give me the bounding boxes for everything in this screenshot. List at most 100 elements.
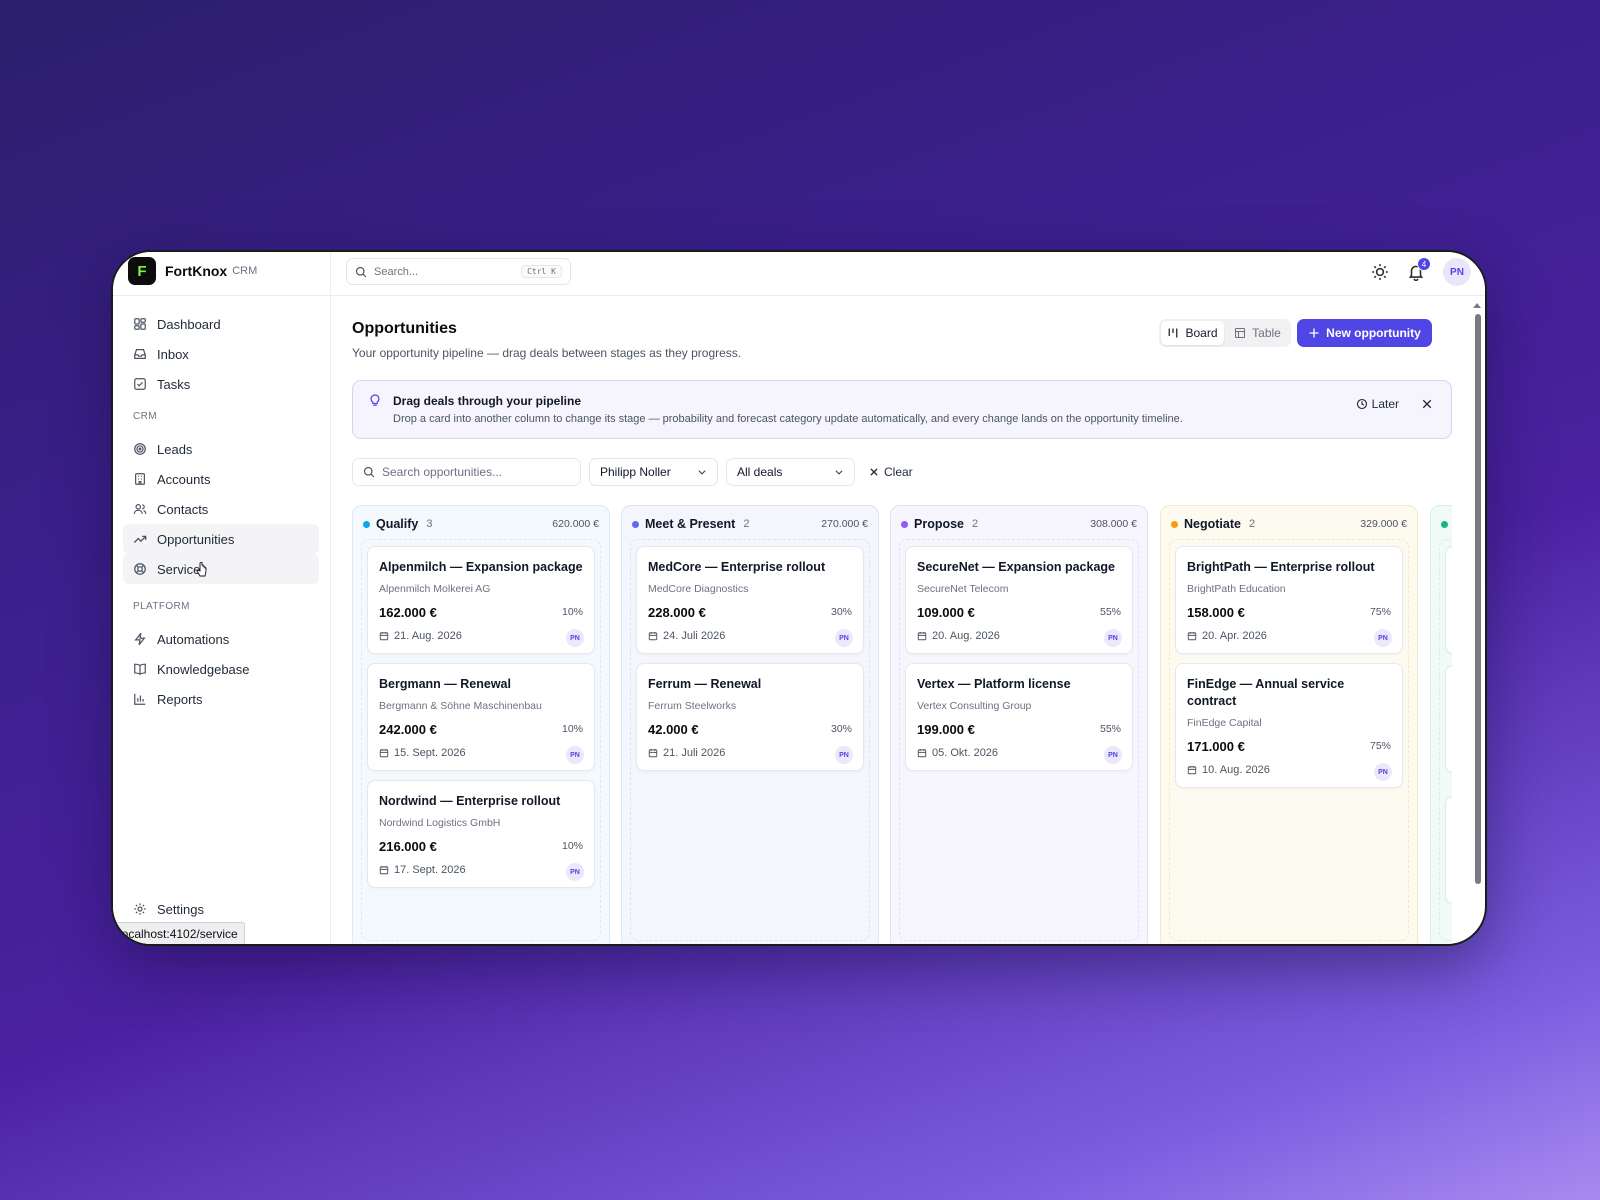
column-header: Qualify 3 620.000 € <box>363 515 599 533</box>
card-close-date: 20. Apr. 2026 <box>1187 630 1267 642</box>
close-icon <box>870 468 878 476</box>
sidebar-item-label: Leads <box>157 441 193 457</box>
nav-section-crm: CRM <box>133 410 157 422</box>
opportunity-card[interactable]: FinEdge — Annual service contract FinEdge… <box>1175 663 1403 788</box>
card-company: Bergmann & Söhne Maschinenbau <box>379 700 542 712</box>
column-header: Meet & Present 2 270.000 € <box>632 515 868 533</box>
opportunity-card[interactable]: Nordwind — Enterprise rollout Nordwind Lo… <box>367 780 595 888</box>
opportunity-card[interactable]: BrightPath — Enterprise rollout BrightPat… <box>1175 546 1403 654</box>
card-probability: 75% <box>1369 606 1391 618</box>
column-count: 2 <box>1248 518 1256 530</box>
sidebar-item-settings[interactable]: Settings <box>123 899 319 919</box>
new-opportunity-button[interactable]: New opportunity <box>1297 319 1432 347</box>
pipeline-column: Qualify 3 620.000 € Alpenmilch — Expansion … <box>352 505 610 944</box>
topbar-actions: 4 PN <box>1371 257 1471 286</box>
card-close-date: 05. Okt. 2026 <box>917 747 998 759</box>
sidebar-item-inbox[interactable]: Inbox <box>123 339 319 369</box>
card-company: Vertex Consulting Group <box>917 700 1032 712</box>
opportunity-card[interactable]: MedCore — Enterprise rollout MedCore Diag… <box>636 546 864 654</box>
sidebar-item-knowledgebase[interactable]: Knowledgebase <box>123 654 319 684</box>
scroll-up-arrow[interactable] <box>1473 303 1481 308</box>
card-amount: 242.000 € <box>379 722 437 737</box>
board-view-button[interactable]: Board <box>1161 321 1224 345</box>
card-amount: 228.000 € <box>648 605 706 620</box>
stage-dot <box>1171 520 1178 528</box>
sidebar-item-accounts[interactable]: Accounts <box>123 464 319 494</box>
column-header: Negotiate 2 329.000 € <box>1171 515 1407 533</box>
user-avatar[interactable]: PN <box>1443 258 1471 286</box>
column-total: 308.000 € <box>1090 518 1137 530</box>
card-title: Alpenmilch — Expansion package <box>379 560 583 574</box>
card-amount: 158.000 € <box>1187 605 1245 620</box>
card-probability: 10% <box>561 723 583 735</box>
table-view-button[interactable]: Table <box>1226 321 1289 345</box>
deals-filter-select[interactable]: All deals <box>726 458 855 486</box>
notifications-button[interactable]: 4 <box>1407 257 1431 282</box>
card-close-date: 20. Aug. 2026 <box>917 630 1000 642</box>
opportunity-search-placeholder: Search opportunities... <box>382 465 503 479</box>
sidebar-item-service[interactable]: Service <box>123 554 319 584</box>
pipeline-column <box>1430 505 1452 944</box>
stage-dot <box>1441 520 1448 528</box>
scroll-down-arrow[interactable] <box>1473 933 1481 938</box>
card-amount: 109.000 € <box>917 605 975 620</box>
chevron-down-icon <box>835 470 843 475</box>
global-search-input[interactable]: Search... Ctrl K <box>346 258 571 285</box>
chevron-down-icon <box>698 470 706 475</box>
sidebar-item-label: Contacts <box>157 501 209 517</box>
brand-sub: CRM <box>232 265 258 277</box>
card-date-text: 21. Aug. 2026 <box>394 630 462 642</box>
sidebar-item-leads[interactable]: Leads <box>123 434 319 464</box>
opportunity-card[interactable]: Bergmann — Renewal Bergmann & Söhne Masch… <box>367 663 595 771</box>
card-close-date: 21. Aug. 2026 <box>379 630 462 642</box>
card-amount: 216.000 € <box>379 839 437 854</box>
clear-filters-button[interactable]: Clear <box>869 465 913 479</box>
opportunity-card[interactable]: Alpenmilch — Expansion package Alpenmilch… <box>367 546 595 654</box>
card-title: Bergmann — Renewal <box>379 677 511 691</box>
column-total: 329.000 € <box>1360 518 1407 530</box>
card-probability: 30% <box>830 723 852 735</box>
owner-filter-select[interactable]: Philipp Noller <box>589 458 718 486</box>
page-scrollbar[interactable] <box>1475 314 1481 884</box>
new-opportunity-label: New opportunity <box>1326 326 1421 340</box>
card-owner-avatar: PN <box>835 629 853 647</box>
card-placeholder <box>1445 665 1452 773</box>
card-owner-avatar: PN <box>566 863 584 881</box>
card-close-date: 15. Sept. 2026 <box>379 747 466 759</box>
close-icon[interactable] <box>1421 398 1433 410</box>
card-owner-avatar: PN <box>1374 763 1392 781</box>
lifebuoy-icon <box>134 563 146 575</box>
sidebar-item-reports[interactable]: Reports <box>123 684 319 714</box>
search-icon <box>363 466 375 478</box>
book-icon <box>134 663 146 675</box>
opportunity-search-input[interactable]: Search opportunities... <box>352 458 581 486</box>
sidebar-item-label: Accounts <box>157 471 211 487</box>
theme-toggle-icon[interactable] <box>1371 263 1389 281</box>
brand[interactable]: F FortKnox CRM <box>128 257 257 285</box>
sidebar-item-automations[interactable]: Automations <box>123 624 319 654</box>
column-title: Meet & Present <box>645 517 736 531</box>
card-probability: 55% <box>1099 606 1121 618</box>
card-placeholder <box>1445 796 1452 904</box>
card-company: FinEdge Capital <box>1187 717 1262 729</box>
filter-bar: Search opportunities... Philipp Noller A… <box>352 458 913 486</box>
crm-nav: CRM Leads Accounts Contacts Opportunitie… <box>123 406 319 584</box>
sidebar-item-dashboard[interactable]: Dashboard <box>123 309 319 339</box>
opportunity-card[interactable]: Ferrum — Renewal Ferrum Steelworks 42.000 … <box>636 663 864 771</box>
opportunity-card[interactable]: SecureNet — Expansion package SecureNet T… <box>905 546 1133 654</box>
sidebar-item-tasks[interactable]: Tasks <box>123 369 319 399</box>
sidebar-item-opportunities[interactable]: Opportunities <box>123 524 319 554</box>
card-company: Alpenmilch Molkerei AG <box>379 583 491 595</box>
card-owner-avatar: PN <box>566 629 584 647</box>
app-window: F FortKnox CRM Dashboard Inbox Tasks CRM <box>111 250 1487 946</box>
platform-nav: PLATFORM Automations Knowledgebase Repor… <box>123 596 319 714</box>
pipeline-board: Qualify 3 620.000 € Alpenmilch — Expansion … <box>352 505 1452 944</box>
column-count: 2 <box>743 518 750 530</box>
target-icon <box>134 443 146 455</box>
sidebar-item-contacts[interactable]: Contacts <box>123 494 319 524</box>
sidebar: F FortKnox CRM Dashboard Inbox Tasks CRM <box>113 252 331 944</box>
search-icon <box>355 266 367 277</box>
opportunity-card[interactable]: Vertex — Platform license Vertex Consulti… <box>905 663 1133 771</box>
banner-title: Drag deals through your pipeline <box>393 394 582 408</box>
banner-later-button[interactable]: Later <box>1356 397 1399 411</box>
